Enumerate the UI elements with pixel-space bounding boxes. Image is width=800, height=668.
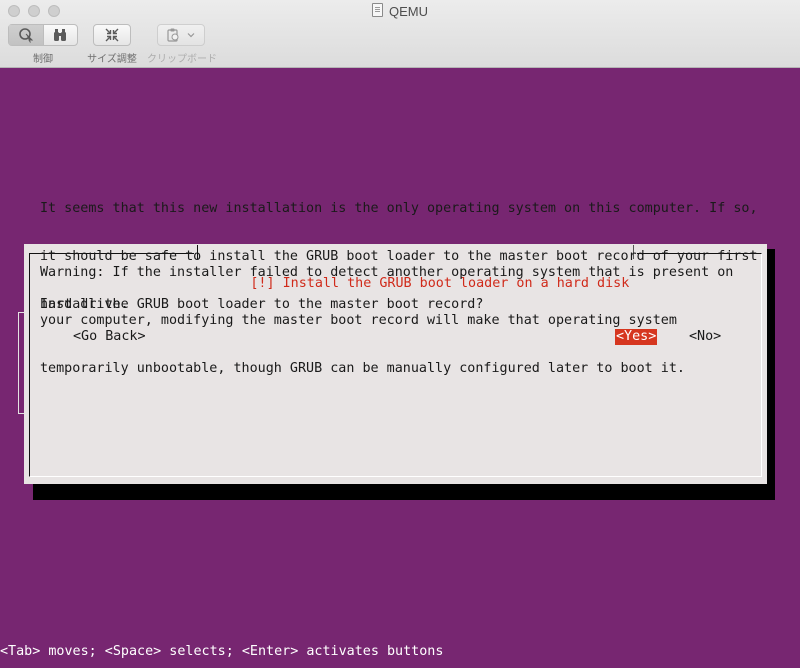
window-titlebar: QEMU 制御 サイズ調整 クリップボード	[0, 0, 800, 68]
control-label: 制御	[33, 54, 53, 65]
control-button-group	[8, 24, 78, 46]
grub-install-dialog: [!] Install the GRUB boot loader on a ha…	[24, 201, 767, 484]
paragraph-line: temporarily unbootable, though GRUB can …	[40, 361, 685, 376]
warning-paragraph: Warning: If the installer failed to dete…	[40, 233, 733, 409]
document-icon	[372, 3, 383, 17]
clipboard-icon	[167, 28, 179, 42]
dialog-shadow-right	[767, 249, 775, 500]
binoculars-button[interactable]	[42, 25, 77, 45]
paragraph-line: your computer, modifying the master boot…	[40, 313, 677, 328]
dialog-shadow-bottom	[33, 482, 775, 500]
window-title-text: QEMU	[389, 4, 428, 19]
go-back-button[interactable]: <Go Back>	[72, 329, 147, 345]
window-title: QEMU	[0, 3, 800, 20]
clipboard-label: クリップボード	[147, 54, 217, 65]
paragraph-line: Warning: If the installer failed to dete…	[40, 265, 734, 280]
chevron-down-icon	[187, 33, 195, 38]
resize-button[interactable]	[94, 25, 130, 45]
clipboard-button-group	[157, 24, 205, 46]
pointer-capture-button[interactable]	[9, 25, 43, 45]
clipboard-button[interactable]	[158, 25, 204, 45]
resize-arrows-icon	[105, 28, 119, 42]
paragraph-line: It seems that this new installation is t…	[40, 201, 758, 216]
question-text: Install the GRUB boot loader to the mast…	[40, 297, 484, 312]
binoculars-icon	[54, 29, 67, 41]
help-status-bar: <Tab> moves; <Space> selects; <Enter> ac…	[0, 644, 444, 659]
resize-button-group	[93, 24, 131, 46]
guest-screen[interactable]: [!] Install the GRUB boot loader on a ha…	[0, 68, 800, 668]
pointer-capture-icon	[19, 28, 34, 43]
yes-button[interactable]: <Yes>	[615, 329, 658, 345]
resize-label: サイズ調整	[87, 54, 137, 65]
no-button[interactable]: <No>	[688, 329, 722, 345]
